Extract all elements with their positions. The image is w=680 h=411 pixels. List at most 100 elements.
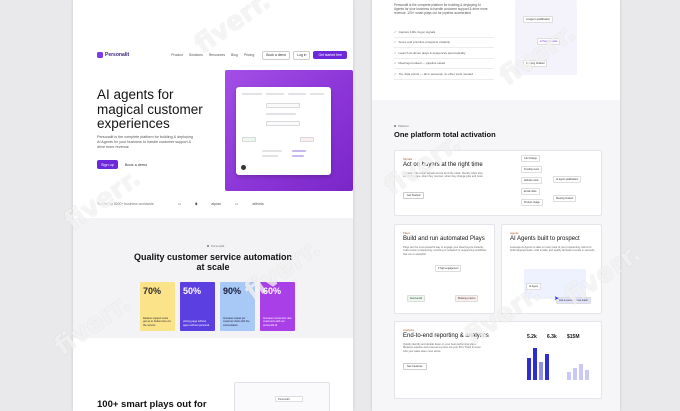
stat-desc: Increase repeat per customer dock with t… (223, 316, 250, 327)
nav-link-resources[interactable]: Resources (209, 53, 225, 57)
logo-placeholder-3: ▭ (234, 202, 239, 206)
tag-dot-icon (207, 245, 209, 247)
nav-actions: Book a demo Log in Get started free (262, 50, 347, 60)
agents-desc: Leverage AI Agents to take on every task… (510, 246, 596, 253)
feature-item: Capture 100+ buyer signals (394, 27, 494, 38)
stat-card: 70% Reduce support costs get up to botto… (140, 282, 175, 331)
signals-panel: Signals Act on buyers at the right time … (394, 150, 602, 216)
nav-link-pricing[interactable]: Pricing (244, 53, 254, 57)
analytics-bar-chart-2 (567, 348, 589, 380)
brand-name: Personalit (105, 52, 130, 58)
cursor-icon: ➤ (554, 296, 560, 302)
hero-product-visual (225, 70, 353, 191)
analytics-bar-chart (527, 348, 549, 380)
stat-card: 90% Increase repeat per customer dock wi… (220, 282, 255, 331)
stat-value: 50% (183, 286, 202, 296)
hero-book-demo-button[interactable]: Book a demo (122, 160, 150, 169)
nav-link-blog[interactable]: Blog (231, 53, 238, 57)
play-icon[interactable] (241, 165, 246, 170)
signal-node: Website visits (521, 177, 542, 184)
features-intro: Personalit is the complete platform for … (372, 0, 620, 100)
agents-tag: Agents (510, 231, 519, 235)
play-node: If high engagement (435, 265, 462, 272)
plays-desc: Plays are the most powerful way to engag… (403, 246, 487, 256)
analytics-panel: Analytics End-to-end reporting & analyti… (394, 321, 602, 399)
widget-qualification: AI agent qualification (523, 16, 554, 23)
landing-page-preview: Personalit Product Solutions Resources B… (73, 0, 353, 411)
nav-link-solutions[interactable]: Solutions (189, 53, 203, 57)
customer-logos: ▭ ⬮ alpian ▭ allbirds (178, 202, 264, 206)
signals-title: Act on buyers at the right time (403, 162, 483, 168)
platform-page-preview: Personalit is the complete platform for … (372, 0, 620, 411)
stat-desc: Reduce support costs get up to bottom-li… (143, 316, 171, 327)
customer-logo-allbirds: allbirds (252, 202, 264, 206)
stat-desc: Increase conversion rate customers with … (263, 316, 292, 327)
feature-item: Score and prioritize prospects instantly (394, 38, 494, 48)
signal-node: Email clicks (521, 188, 540, 195)
widget-meeting: Meeting booked (523, 60, 548, 67)
product-mockup (236, 87, 331, 175)
book-demo-button[interactable]: Book a demo (262, 50, 291, 60)
feature-list: Capture 100+ buyer signals Score and pri… (394, 27, 494, 80)
stat-card: 60% Increase conversion rate customers w… (260, 282, 295, 331)
stat-metric: $15M (567, 334, 580, 340)
feature-item: 70+ data points — all in personal, no ot… (394, 69, 494, 80)
trusted-bar: Trusted by 8000+ business worldwide ▭ ⬮ … (97, 202, 347, 206)
stat-desc: pricing page without agent without perso… (183, 320, 210, 327)
logo-placeholder-2: ⬮ (195, 202, 198, 206)
signals-tag: Signals (403, 157, 413, 161)
plays-title: 100+ smart plays out for (97, 399, 207, 410)
login-button[interactable]: Log in (293, 50, 311, 60)
hero-subtitle: Personalit is the complete platform for … (97, 135, 193, 149)
platform-title: One platform total activation (394, 130, 496, 139)
signal-node: Product Usage (521, 199, 543, 206)
stat-value: 90% (223, 286, 242, 296)
plays-title: Build and run automated Plays (403, 236, 485, 242)
intro-text: Personalit is the complete platform for … (394, 3, 488, 16)
feature-item: Meetings booked — pipeline saved (394, 59, 494, 69)
stats-section: Personalit Quality customer service auto… (73, 218, 353, 338)
stat-metric: 5.2k (527, 334, 537, 340)
stat-value: 70% (143, 286, 162, 296)
section-tag: Personalit (207, 244, 224, 248)
agents-panel: Agents AI Agents built to prospect Lever… (501, 224, 602, 314)
play-node: Send email (407, 295, 425, 302)
analytics-desc: Quickly identify and double down on your… (403, 343, 481, 353)
platform-tag: Platform (394, 124, 409, 128)
plays-tag: Plays (403, 231, 410, 235)
stat-value: 60% (263, 286, 282, 296)
nav-links: Product Solutions Resources Blog Pricing (171, 53, 254, 57)
nav-link-product[interactable]: Product (171, 53, 183, 57)
agents-title: AI Agents built to prospect (510, 236, 580, 242)
analytics-cta-button[interactable]: See Features (403, 363, 427, 370)
analytics-title: End-to-end reporting & analytics (403, 333, 489, 339)
analytics-tag: Analytics (403, 328, 415, 332)
stat-cards: 70% Reduce support costs get up to botto… (140, 282, 295, 331)
signals-desc: Capture 100+ buyer signals across all of… (403, 172, 483, 179)
play-node: Booking a demo (455, 295, 479, 302)
signals-cta-button[interactable]: Get Started (403, 192, 425, 199)
hero-actions: Sign up Book a demo (97, 160, 150, 169)
trusted-text: Trusted by 8000+ business worldwide (97, 202, 154, 206)
sign-up-button[interactable]: Sign up (97, 160, 118, 169)
get-started-button[interactable]: Get started free (313, 51, 347, 59)
logo-placeholder-1: ▭ (177, 202, 182, 206)
tag-dot-icon (394, 125, 396, 127)
plays-preview: Personalit (234, 382, 330, 411)
hero-title: AI agents for magical customer experienc… (97, 87, 203, 131)
widget-suggestions: AI Suggestions (537, 38, 561, 45)
agent-prompt[interactable]: Ask a question about leads (556, 297, 591, 304)
logo-icon (97, 52, 103, 58)
plays-preview-chip: Personalit (275, 396, 303, 402)
stat-metric: 6.3k (547, 334, 557, 340)
qualification-widget: AI agent qualification AI Suggestions Me… (515, 0, 577, 75)
signal-node: Meeting booked (553, 195, 577, 202)
top-nav: Personalit Product Solutions Resources B… (73, 48, 353, 62)
signal-node: Job Change (521, 155, 540, 162)
agent-node: AI Agent (526, 283, 542, 290)
brand-logo[interactable]: Personalit (97, 52, 129, 58)
stats-title: Quality customer service automation at s… (133, 252, 293, 272)
feature-item: Launch AI-driven plays & sequences autom… (394, 48, 494, 59)
signal-node: AI agent qualification (553, 176, 582, 183)
stat-card: 50% pricing page without agent without p… (180, 282, 215, 331)
